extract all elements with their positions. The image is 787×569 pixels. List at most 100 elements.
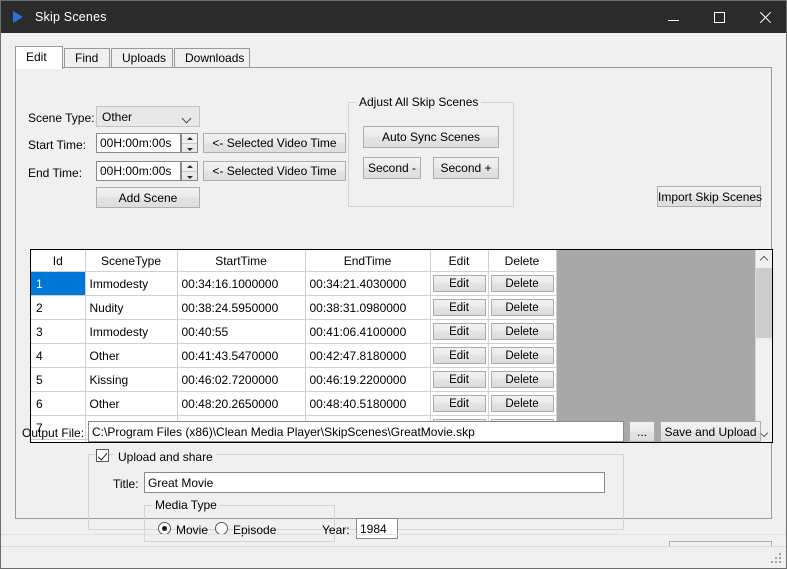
start-time-spin-down[interactable] xyxy=(182,143,197,153)
row-edit-button[interactable]: Edit xyxy=(433,371,486,388)
col-header-delete[interactable]: Delete xyxy=(488,250,556,272)
auto-sync-scenes-button[interactable]: Auto Sync Scenes xyxy=(363,126,499,148)
end-time-spin-down[interactable] xyxy=(182,171,197,181)
start-time-input[interactable] xyxy=(96,133,181,153)
cell-endtime[interactable]: 00:34:21.4030000 xyxy=(305,272,430,296)
chevron-up-icon xyxy=(760,255,768,263)
row-delete-button[interactable]: Delete xyxy=(491,299,554,316)
tab-downloads[interactable]: Downloads xyxy=(174,48,250,68)
chevron-down-icon xyxy=(760,430,768,438)
output-file-input[interactable] xyxy=(88,421,624,442)
cell-endtime[interactable]: 00:41:06.4100000 xyxy=(305,320,430,344)
title-bar: Skip Scenes xyxy=(1,1,787,33)
minimize-button[interactable] xyxy=(650,1,696,33)
cell-scenetype[interactable]: Immodesty xyxy=(85,320,177,344)
tab-find[interactable]: Find xyxy=(64,48,110,68)
browse-output-file-button[interactable]: ... xyxy=(629,421,655,442)
cell-id[interactable]: 4 xyxy=(31,344,85,368)
end-time-spinner[interactable] xyxy=(181,161,198,181)
cell-id[interactable]: 2 xyxy=(31,296,85,320)
row-delete-button[interactable]: Delete xyxy=(491,395,554,412)
maximize-button[interactable] xyxy=(696,1,742,33)
cell-endtime[interactable]: 00:38:31.0980000 xyxy=(305,296,430,320)
end-selected-video-time-button[interactable]: <- Selected Video Time xyxy=(203,161,346,181)
cell-starttime[interactable]: 00:46:02.7200000 xyxy=(177,368,305,392)
resize-grip[interactable] xyxy=(771,553,783,565)
row-delete-button[interactable]: Delete xyxy=(491,275,554,292)
col-header-edit[interactable]: Edit xyxy=(430,250,488,272)
table-row[interactable]: 3 Immodesty 00:40:55 00:41:06.4100000 Ed… xyxy=(31,320,556,344)
table-row[interactable]: 4 Other 00:41:43.5470000 00:42:47.818000… xyxy=(31,344,556,368)
status-bar xyxy=(1,546,786,568)
row-edit-button[interactable]: Edit xyxy=(433,347,486,364)
skip-scenes-window: Skip Scenes Edit Find Uploads Downloads … xyxy=(0,0,787,569)
col-header-id[interactable]: Id xyxy=(31,250,85,272)
tab-uploads[interactable]: Uploads xyxy=(111,48,173,68)
year-input[interactable] xyxy=(356,518,398,539)
scene-type-value: Other xyxy=(102,110,132,124)
row-delete-button[interactable]: Delete xyxy=(491,323,554,340)
col-header-endtime[interactable]: EndTime xyxy=(305,250,430,272)
start-time-spinner[interactable] xyxy=(181,133,198,153)
row-edit-button[interactable]: Edit xyxy=(433,299,486,316)
cell-starttime[interactable]: 00:41:43.5470000 xyxy=(177,344,305,368)
start-time-spin-up[interactable] xyxy=(182,134,197,143)
output-file-label: Output File: xyxy=(22,426,84,440)
edit-tab-page: Scene Type: Other Start Time: <- Selecte… xyxy=(15,67,772,519)
window-title: Skip Scenes xyxy=(35,10,107,24)
second-plus-button[interactable]: Second + xyxy=(433,157,499,179)
cell-endtime[interactable]: 00:48:40.5180000 xyxy=(305,392,430,416)
adjust-all-skip-scenes-group: Adjust All Skip Scenes Auto Sync Scenes … xyxy=(348,102,514,207)
row-edit-button[interactable]: Edit xyxy=(433,275,486,292)
table-row[interactable]: 5 Kissing 00:46:02.7200000 00:46:19.2200… xyxy=(31,368,556,392)
cell-starttime[interactable]: 00:38:24.5950000 xyxy=(177,296,305,320)
col-header-starttime[interactable]: StartTime xyxy=(177,250,305,272)
cell-endtime[interactable]: 00:46:19.2200000 xyxy=(305,368,430,392)
cell-scenetype[interactable]: Kissing xyxy=(85,368,177,392)
grid-inner: Id SceneType StartTime EndTime Edit Dele… xyxy=(31,250,755,442)
second-minus-button[interactable]: Second - xyxy=(363,157,421,179)
scene-type-combobox[interactable]: Other xyxy=(96,106,200,127)
table-header-row: Id SceneType StartTime EndTime Edit Dele… xyxy=(31,250,556,272)
row-delete-button[interactable]: Delete xyxy=(491,371,554,388)
tab-edit[interactable]: Edit xyxy=(15,46,63,69)
cell-scenetype[interactable]: Nudity xyxy=(85,296,177,320)
cell-starttime[interactable]: 00:40:55 xyxy=(177,320,305,344)
row-edit-button[interactable]: Edit xyxy=(433,395,486,412)
scroll-up-button[interactable] xyxy=(756,250,772,267)
save-and-upload-button[interactable]: Save and Upload xyxy=(660,421,761,442)
import-skip-scenes-button[interactable]: Import Skip Scenes xyxy=(657,186,761,207)
start-selected-video-time-button[interactable]: <- Selected Video Time xyxy=(203,133,346,153)
table-row[interactable]: 1 Immodesty 00:34:16.1000000 00:34:21.40… xyxy=(31,272,556,296)
end-time-input[interactable] xyxy=(96,161,181,181)
add-scene-button[interactable]: Add Scene xyxy=(96,187,200,208)
cell-starttime[interactable]: 00:34:16.1000000 xyxy=(177,272,305,296)
cell-scenetype[interactable]: Immodesty xyxy=(85,272,177,296)
cell-scenetype[interactable]: Other xyxy=(85,344,177,368)
col-header-scenetype[interactable]: SceneType xyxy=(85,250,177,272)
table-row[interactable]: 6 Other 00:48:20.2650000 00:48:40.518000… xyxy=(31,392,556,416)
cell-endtime[interactable]: 00:42:47.8180000 xyxy=(305,344,430,368)
row-delete-button[interactable]: Delete xyxy=(491,347,554,364)
upload-and-share-checkbox[interactable] xyxy=(96,449,109,462)
cell-scenetype[interactable]: Other xyxy=(85,392,177,416)
title-input[interactable] xyxy=(144,472,605,493)
row-edit-button[interactable]: Edit xyxy=(433,323,486,340)
table-row[interactable]: 2 Nudity 00:38:24.5950000 00:38:31.09800… xyxy=(31,296,556,320)
scene-type-label: Scene Type: xyxy=(28,111,95,125)
grid-vertical-scrollbar[interactable] xyxy=(755,250,772,442)
close-window-button[interactable] xyxy=(742,1,787,33)
cell-id[interactable]: 1 xyxy=(31,272,85,296)
end-time-spin-up[interactable] xyxy=(182,162,197,171)
window-controls xyxy=(650,1,787,33)
cell-id[interactable]: 3 xyxy=(31,320,85,344)
cell-id[interactable]: 5 xyxy=(31,368,85,392)
skip-scenes-grid[interactable]: Id SceneType StartTime EndTime Edit Dele… xyxy=(30,249,773,443)
cell-id[interactable]: 8 xyxy=(31,440,85,444)
cell-starttime[interactable]: 00:48:20.2650000 xyxy=(177,392,305,416)
scrollbar-thumb[interactable] xyxy=(756,268,772,338)
tab-strip: Edit Find Uploads Downloads xyxy=(15,46,772,68)
chevron-down-icon xyxy=(183,115,191,120)
cell-id[interactable]: 6 xyxy=(31,392,85,416)
table-body: 1 Immodesty 00:34:16.1000000 00:34:21.40… xyxy=(31,272,556,444)
